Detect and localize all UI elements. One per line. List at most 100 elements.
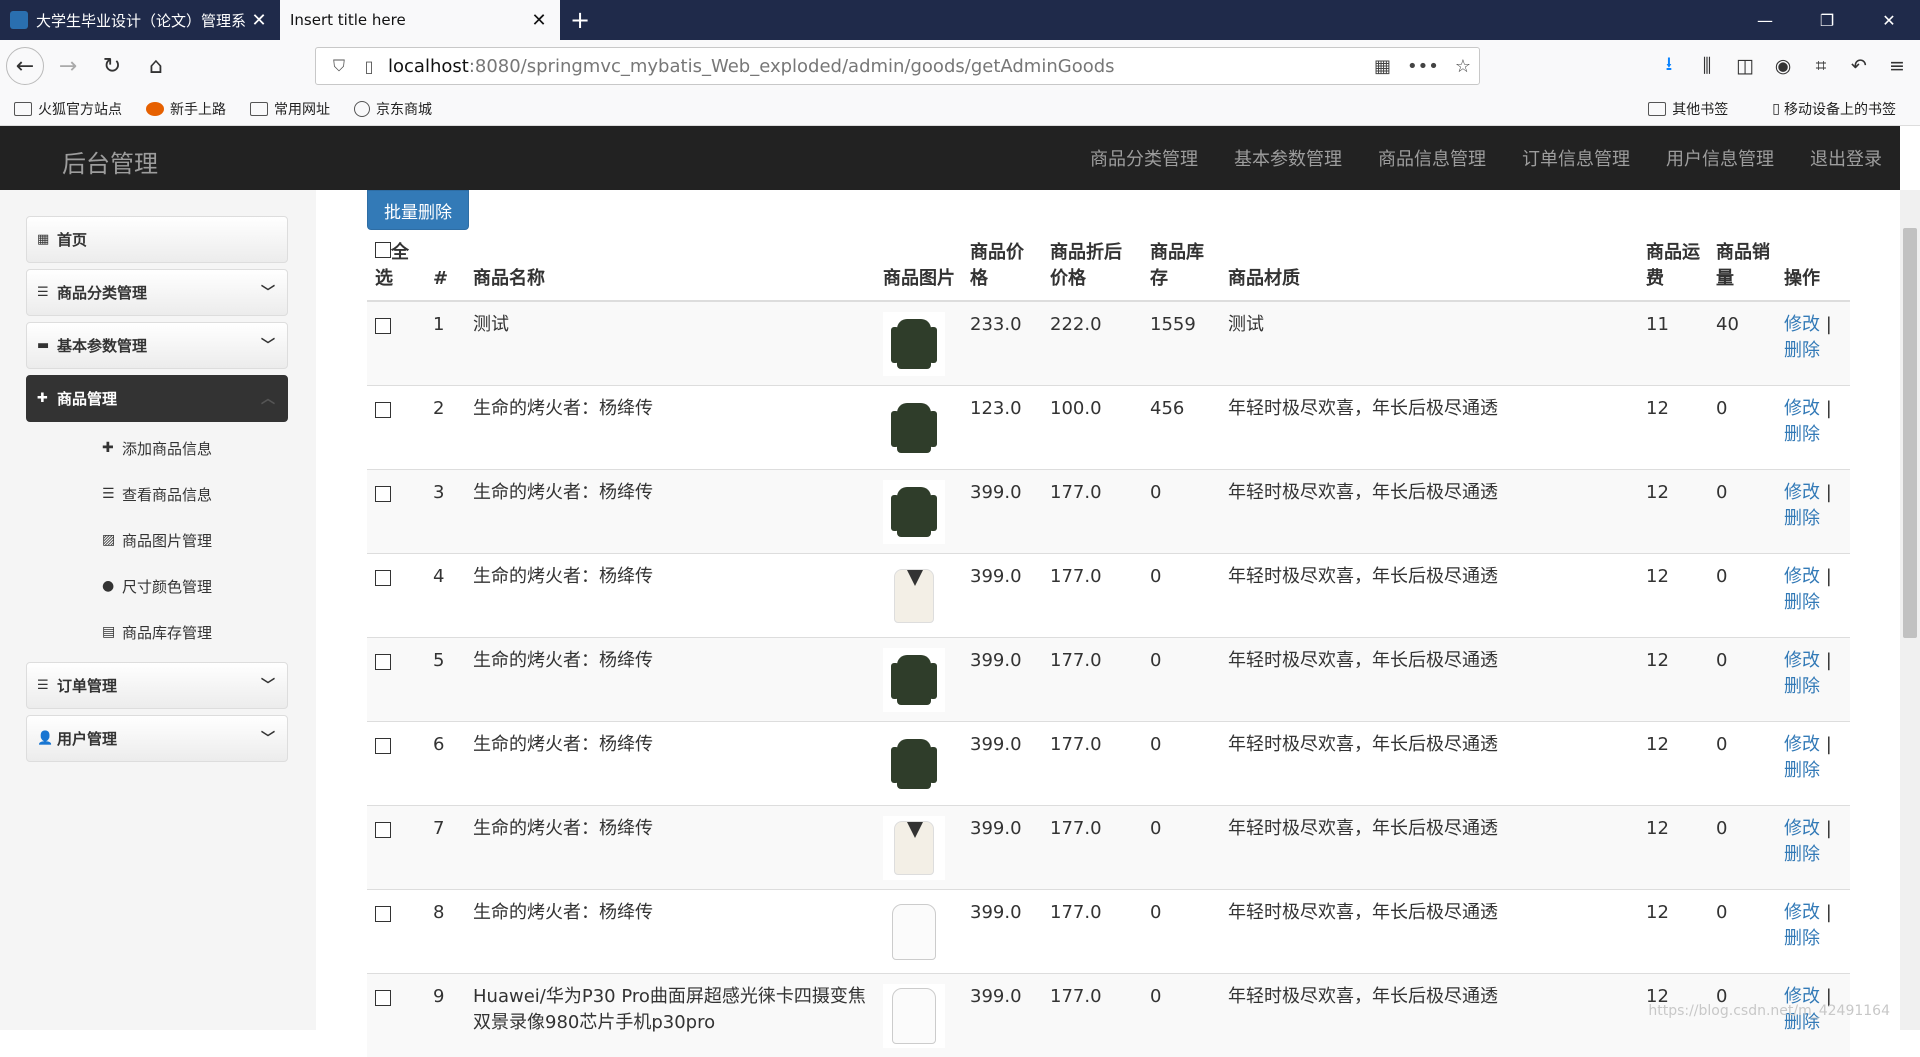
page-info-icon[interactable]: ▯ xyxy=(358,57,380,76)
row-actions: 修改 | 删除 xyxy=(1776,636,1850,721)
bookmark-item[interactable]: 新手上路 xyxy=(146,99,226,119)
app-header: 后台管理 商品分类管理 基本参数管理 商品信息管理 订单信息管理 用户信息管理 … xyxy=(0,126,1900,190)
shield-icon[interactable]: ⛉ xyxy=(328,56,350,76)
account-icon[interactable]: ◉ xyxy=(1770,55,1796,77)
bookmark-item[interactable]: 京东商城 xyxy=(354,99,432,119)
other-bookmarks[interactable]: 其他书签 xyxy=(1648,99,1728,119)
delete-link[interactable]: 删除 xyxy=(1784,508,1820,529)
close-tab-icon[interactable]: ✕ xyxy=(248,10,270,31)
page-actions-icon[interactable]: ••• xyxy=(1407,56,1439,77)
scrollbar-thumb[interactable] xyxy=(1903,228,1917,638)
edit-link[interactable]: 修改 xyxy=(1784,734,1820,755)
sidebar-subitem-add-goods[interactable]: ✚ 添加商品信息 xyxy=(102,434,212,462)
close-tab-icon[interactable]: ✕ xyxy=(528,10,550,31)
qr-code-icon[interactable]: ▦ xyxy=(1374,56,1391,77)
mobile-bookmarks[interactable]: ▯ 移动设备上的书签 xyxy=(1772,99,1896,119)
user-icon: 👤 xyxy=(37,731,54,746)
nav-basic-params[interactable]: 基本参数管理 xyxy=(1216,126,1360,190)
library-icon[interactable]: ⫼ xyxy=(1694,55,1720,77)
sidebar-item-orders[interactable]: ☰ 订单管理 ﹀ xyxy=(26,662,288,709)
sidebar-item-users[interactable]: 👤 用户管理 ﹀ xyxy=(26,715,288,762)
delete-link[interactable]: 删除 xyxy=(1784,760,1820,781)
row-index: 1 xyxy=(425,300,465,385)
mobile-icon: ▯ xyxy=(1772,101,1780,117)
row-checkbox[interactable] xyxy=(375,318,391,334)
edit-link[interactable]: 修改 xyxy=(1784,902,1820,923)
home-button[interactable]: ⌂ xyxy=(136,46,176,86)
action-separator: | xyxy=(1825,481,1832,503)
nav-category[interactable]: 商品分类管理 xyxy=(1072,126,1216,190)
row-index: 9 xyxy=(425,972,465,1057)
sidebar-subitem-stock[interactable]: ▤ 商品库存管理 xyxy=(102,618,212,646)
browser-tab-strip: 大学生毕业设计（论文）管理系 ✕ Insert title here ✕ + —… xyxy=(0,0,1920,40)
bookmark-item[interactable]: 常用网址 xyxy=(250,99,330,119)
product-thumbnail xyxy=(883,983,945,1048)
new-tab-button[interactable]: + xyxy=(560,0,600,40)
restore-icon[interactable]: ❐ xyxy=(1796,0,1858,40)
delete-link[interactable]: 删除 xyxy=(1784,844,1820,865)
sidebar-item-goods[interactable]: ✚ 商品管理 ︿ xyxy=(26,375,288,422)
row-checkbox[interactable] xyxy=(375,905,391,922)
screenshot-icon[interactable]: ⌗ xyxy=(1808,55,1834,77)
menu-icon[interactable]: ≡ xyxy=(1884,55,1910,77)
nav-user-info[interactable]: 用户信息管理 xyxy=(1648,126,1792,190)
browser-tab-inactive[interactable]: 大学生毕业设计（论文）管理系 ✕ xyxy=(0,0,280,40)
window-close-icon[interactable]: ✕ xyxy=(1858,0,1920,40)
page-scrollbar[interactable] xyxy=(1900,190,1920,1030)
browser-tab-active[interactable]: Insert title here ✕ xyxy=(280,0,560,40)
delete-link[interactable]: 删除 xyxy=(1784,592,1820,613)
table-row: 8 生命的烤火者：杨绛传 399.0 177.0 0 年轻时极尽欢喜，年长后极尽通透 12 0… xyxy=(367,888,1850,973)
nav-logout[interactable]: 退出登录 xyxy=(1792,126,1900,190)
jacket-image xyxy=(891,738,937,789)
edit-link[interactable]: 修改 xyxy=(1784,566,1820,587)
bookmark-star-icon[interactable]: ☆ xyxy=(1455,56,1471,77)
row-checkbox[interactable] xyxy=(375,401,391,418)
row-price: 399.0 xyxy=(962,804,1042,889)
download-icon[interactable]: ⭳ xyxy=(1656,50,1682,82)
delete-link[interactable]: 删除 xyxy=(1784,676,1820,697)
sidebar-subitem-view-goods[interactable]: ☰ 查看商品信息 xyxy=(102,480,212,508)
action-separator: | xyxy=(1825,901,1832,923)
chevron-down-icon: ﹀ xyxy=(261,678,275,694)
edit-link[interactable]: 修改 xyxy=(1784,650,1820,671)
delete-link[interactable]: 删除 xyxy=(1784,928,1820,949)
reload-button[interactable]: ↻ xyxy=(92,46,132,86)
sidebar-item-params[interactable]: ▬ 基本参数管理 ﹀ xyxy=(26,322,288,369)
delete-link[interactable]: 删除 xyxy=(1784,424,1820,445)
stack-icon: ▤ xyxy=(102,624,116,640)
briefcase-icon: ▬ xyxy=(37,338,50,353)
edit-link[interactable]: 修改 xyxy=(1784,818,1820,839)
nav-goods-info[interactable]: 商品信息管理 xyxy=(1360,126,1504,190)
product-thumbnail xyxy=(883,899,945,964)
row-checkbox[interactable] xyxy=(375,989,391,1006)
batch-delete-button[interactable]: 批量删除 xyxy=(367,190,469,230)
sidebar-item-home[interactable]: ▦ 首页 xyxy=(26,216,288,263)
row-index: 4 xyxy=(425,552,465,637)
back-button[interactable]: ← xyxy=(6,47,44,85)
sweater-image xyxy=(894,568,934,623)
forward-button[interactable]: → xyxy=(48,46,88,86)
delete-link[interactable]: 删除 xyxy=(1784,340,1820,361)
row-index: 5 xyxy=(425,636,465,721)
nav-order-info[interactable]: 订单信息管理 xyxy=(1504,126,1648,190)
table-row: 4 生命的烤火者：杨绛传 399.0 177.0 0 年轻时极尽欢喜，年长后极尽通透 12 0… xyxy=(367,552,1850,637)
bookmark-item[interactable]: 火狐官方站点 xyxy=(14,99,122,119)
edit-link[interactable]: 修改 xyxy=(1784,314,1820,335)
sidebar-item-category[interactable]: ☰ 商品分类管理 ﹀ xyxy=(26,269,288,316)
row-select-cell xyxy=(367,636,425,721)
sidebar-subitem-images[interactable]: ▨ 商品图片管理 xyxy=(102,526,212,554)
select-all-checkbox[interactable] xyxy=(375,242,391,258)
row-checkbox[interactable] xyxy=(375,485,391,502)
brand-title[interactable]: 后台管理 xyxy=(62,144,158,179)
minimize-icon[interactable]: — xyxy=(1734,0,1796,40)
edit-link[interactable]: 修改 xyxy=(1784,398,1820,419)
sidebar-subitem-size-color[interactable]: ● 尺寸颜色管理 xyxy=(102,572,212,600)
address-bar[interactable]: ⛉ ▯ localhost:8080/springmvc_mybatis_Web… xyxy=(315,47,1480,85)
row-checkbox[interactable] xyxy=(375,569,391,586)
sidebar-toggle-icon[interactable]: ◫ xyxy=(1732,55,1758,77)
row-checkbox[interactable] xyxy=(375,737,391,754)
edit-link[interactable]: 修改 xyxy=(1784,482,1820,503)
undo-icon[interactable]: ↶ xyxy=(1846,55,1872,77)
row-checkbox[interactable] xyxy=(375,821,391,838)
row-checkbox[interactable] xyxy=(375,653,391,670)
